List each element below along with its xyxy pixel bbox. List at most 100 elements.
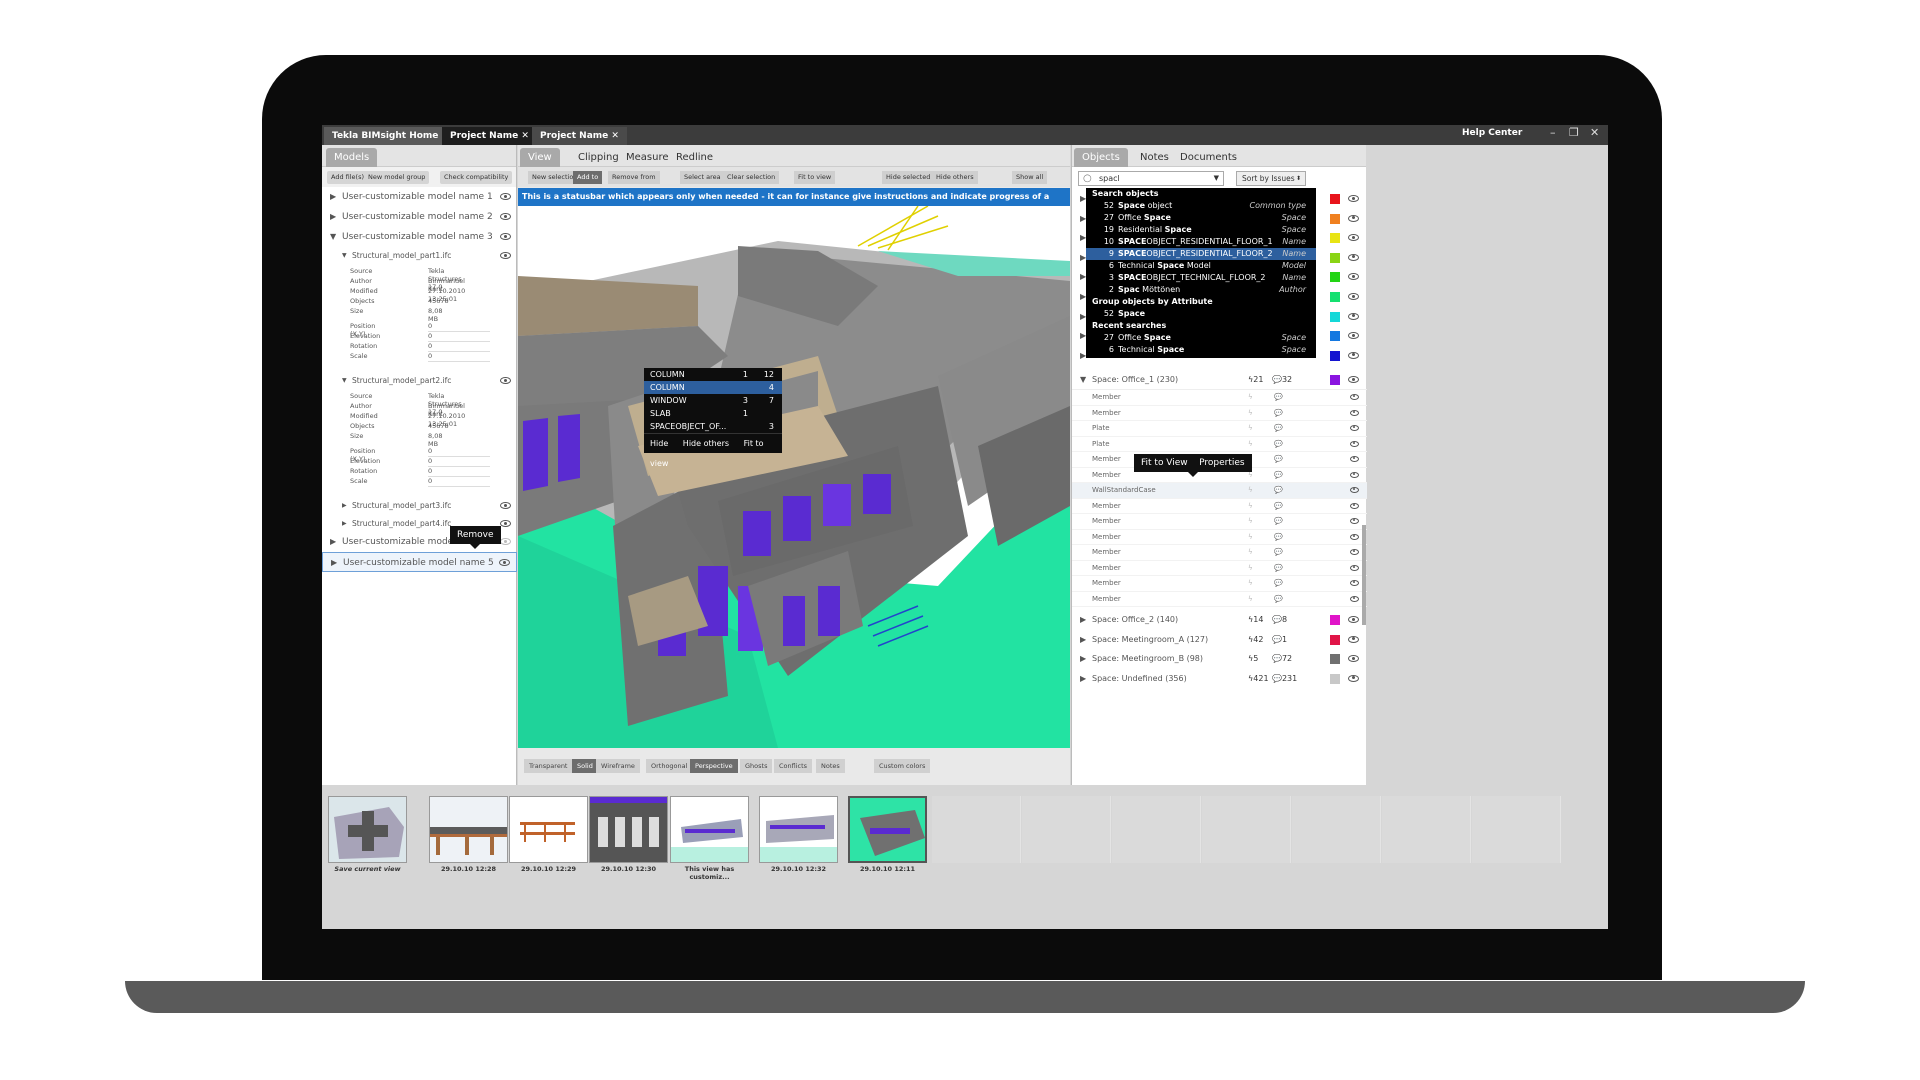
dropdown-item[interactable]: 2 Spac Möttönen Author	[1086, 284, 1316, 296]
eye-icon[interactable]	[500, 193, 511, 200]
tab-view[interactable]: View	[520, 148, 560, 167]
eye-icon[interactable]	[1350, 456, 1359, 462]
tab-notes[interactable]: Notes	[1132, 148, 1177, 167]
space-row[interactable]: ▶ Space: Meetingroom_A (127) ϟ42 💬1	[1072, 630, 1367, 650]
eye-icon[interactable]	[1348, 655, 1359, 663]
tab-project-1[interactable]: Project Name ✕	[442, 127, 537, 145]
context-row[interactable]: SPACEOBJECT_OF... 3	[644, 420, 782, 433]
part2-row[interactable]: ▼ Structural_model_part2.ifc	[322, 371, 517, 391]
color-swatch[interactable]	[1330, 615, 1340, 625]
eye-icon[interactable]	[500, 252, 511, 259]
eye-icon[interactable]	[1348, 376, 1359, 383]
eye-icon[interactable]	[1350, 549, 1359, 555]
model-row-2[interactable]: ▶ User-customizable model name 2	[322, 207, 517, 227]
color-swatch[interactable]	[1330, 292, 1340, 302]
eye-icon[interactable]	[1350, 471, 1359, 478]
hide-others-action[interactable]: Hide others	[683, 439, 729, 448]
eye-icon[interactable]	[1348, 214, 1359, 222]
help-center-link[interactable]: Help Center	[1462, 128, 1522, 138]
color-swatch[interactable]	[1330, 350, 1340, 361]
color-swatch[interactable]	[1330, 311, 1340, 322]
remove-from-button[interactable]: Remove from	[608, 171, 660, 184]
fit-to-view-button[interactable]: Fit to view	[794, 171, 836, 184]
eye-icon[interactable]	[1348, 635, 1359, 643]
member-row[interactable]: WallStandardCase ϟ 💬	[1072, 483, 1367, 499]
eye-icon[interactable]	[500, 233, 511, 240]
model-row-3[interactable]: ▼ User-customizable model name 3	[322, 227, 517, 247]
eye-icon[interactable]	[1348, 332, 1359, 340]
eye-icon[interactable]	[1350, 409, 1359, 416]
notes-button[interactable]: Notes	[816, 759, 845, 773]
eye-icon[interactable]	[1350, 425, 1359, 431]
eye-icon[interactable]	[1348, 253, 1359, 261]
tab-project-2[interactable]: Project Name ✕	[532, 127, 627, 145]
member-row[interactable]: Member ϟ 💬	[1072, 561, 1367, 576]
add-files-button[interactable]: Add file(s)	[327, 171, 369, 184]
color-swatch[interactable]	[1330, 252, 1340, 263]
space-office1-row[interactable]: ▼ Space: Office_1 (230) ϟ21 💬32	[1072, 370, 1367, 390]
remove-tooltip[interactable]: Remove	[450, 526, 501, 549]
save-view-thumb[interactable]	[328, 796, 407, 863]
eye-icon[interactable]	[1350, 440, 1359, 447]
context-row[interactable]: COLUMN 1 12	[644, 368, 782, 381]
clear-selection-button[interactable]: Clear selection	[723, 171, 780, 184]
dropdown-item[interactable]: 3 SPACEOBJECT_TECHNICAL_FLOOR_2 Name	[1086, 272, 1316, 284]
eye-icon[interactable]	[1348, 351, 1359, 359]
context-row[interactable]: COLUMN 4	[644, 381, 782, 394]
color-swatch[interactable]	[1330, 654, 1340, 665]
eye-icon[interactable]	[1350, 518, 1359, 524]
eye-icon[interactable]	[1350, 502, 1359, 509]
dropdown-item[interactable]: 27 Office Space Space	[1086, 212, 1316, 224]
model-row-1[interactable]: ▶ User-customizable model name 1	[322, 187, 517, 207]
color-swatch[interactable]	[1330, 194, 1340, 204]
space-row[interactable]: ▶ Space: Office_2 (140) ϟ14 💬8	[1072, 610, 1367, 630]
3d-viewport[interactable]: COLUMN 1 12 COLUMN 4 WINDOW 3 7 SLAB 1 SPACEOB…	[518, 206, 1070, 748]
tab-redline[interactable]: Redline	[668, 148, 721, 167]
member-row[interactable]: Member ϟ 💬	[1072, 530, 1367, 545]
chevron-down-icon[interactable]: ▼	[1214, 172, 1219, 185]
close-button[interactable]: ✕	[1590, 126, 1599, 139]
eye-icon[interactable]	[1348, 674, 1359, 682]
view-thumb[interactable]	[509, 796, 588, 863]
eye-icon[interactable]	[1348, 195, 1359, 202]
view-thumb-selected[interactable]	[848, 796, 927, 863]
eye-icon[interactable]	[1348, 234, 1359, 242]
eye-icon[interactable]	[1350, 394, 1359, 400]
member-row[interactable]: Member ϟ 💬	[1072, 576, 1367, 592]
eye-icon[interactable]	[499, 559, 510, 566]
dropdown-item[interactable]: 6 Technical Space Model Model	[1086, 260, 1316, 272]
view-thumb[interactable]	[429, 796, 508, 863]
transparent-button[interactable]: Transparent	[524, 759, 573, 773]
member-row[interactable]: Member ϟ 💬	[1072, 592, 1367, 607]
eye-icon[interactable]	[1348, 293, 1359, 300]
model-row-5[interactable]: ▶ User-customizable model name 5	[322, 552, 517, 572]
minimize-button[interactable]: –	[1550, 126, 1556, 139]
expand-icon[interactable]: ▶	[1080, 669, 1086, 689]
color-swatch[interactable]	[1330, 634, 1340, 645]
fit-to-view-action[interactable]: Fit to View	[1141, 458, 1188, 468]
custom-colors-button[interactable]: Custom colors	[874, 759, 931, 773]
color-swatch[interactable]	[1330, 673, 1340, 684]
color-swatch[interactable]	[1330, 375, 1340, 385]
wireframe-button[interactable]: Wireframe	[596, 759, 640, 773]
color-swatch[interactable]	[1330, 331, 1340, 342]
show-all-button[interactable]: Show all	[1012, 171, 1048, 184]
member-row[interactable]: Member ϟ 💬	[1072, 390, 1367, 406]
recent-search-item[interactable]: 27 Office Space Space	[1086, 332, 1316, 344]
dropdown-item[interactable]: 9 SPACEOBJECT_RESIDENTIAL_FLOOR_2 Name	[1086, 248, 1316, 260]
dropdown-item[interactable]: 19 Residential Space Space	[1086, 224, 1316, 236]
part1-row[interactable]: ▼ Structural_model_part1.ifc	[322, 246, 517, 266]
new-model-group-button[interactable]: New model group	[364, 171, 430, 184]
hide-action[interactable]: Hide	[650, 439, 668, 448]
context-row[interactable]: WINDOW 3 7	[644, 394, 782, 407]
color-swatch[interactable]	[1330, 213, 1340, 224]
dropdown-item[interactable]: 10 SPACEOBJECT_RESIDENTIAL_FLOOR_1 Name	[1086, 236, 1316, 248]
member-row[interactable]: Member ϟ 💬	[1072, 514, 1367, 530]
orthogonal-button[interactable]: Orthogonal	[646, 759, 693, 773]
eye-icon[interactable]	[500, 213, 511, 220]
eye-icon[interactable]	[500, 520, 511, 527]
eye-icon[interactable]	[500, 377, 511, 384]
expand-icon[interactable]: ▶	[1080, 649, 1086, 669]
sort-select[interactable]: Sort by Issues ⬍	[1236, 171, 1306, 186]
tab-models[interactable]: Models	[326, 148, 378, 167]
